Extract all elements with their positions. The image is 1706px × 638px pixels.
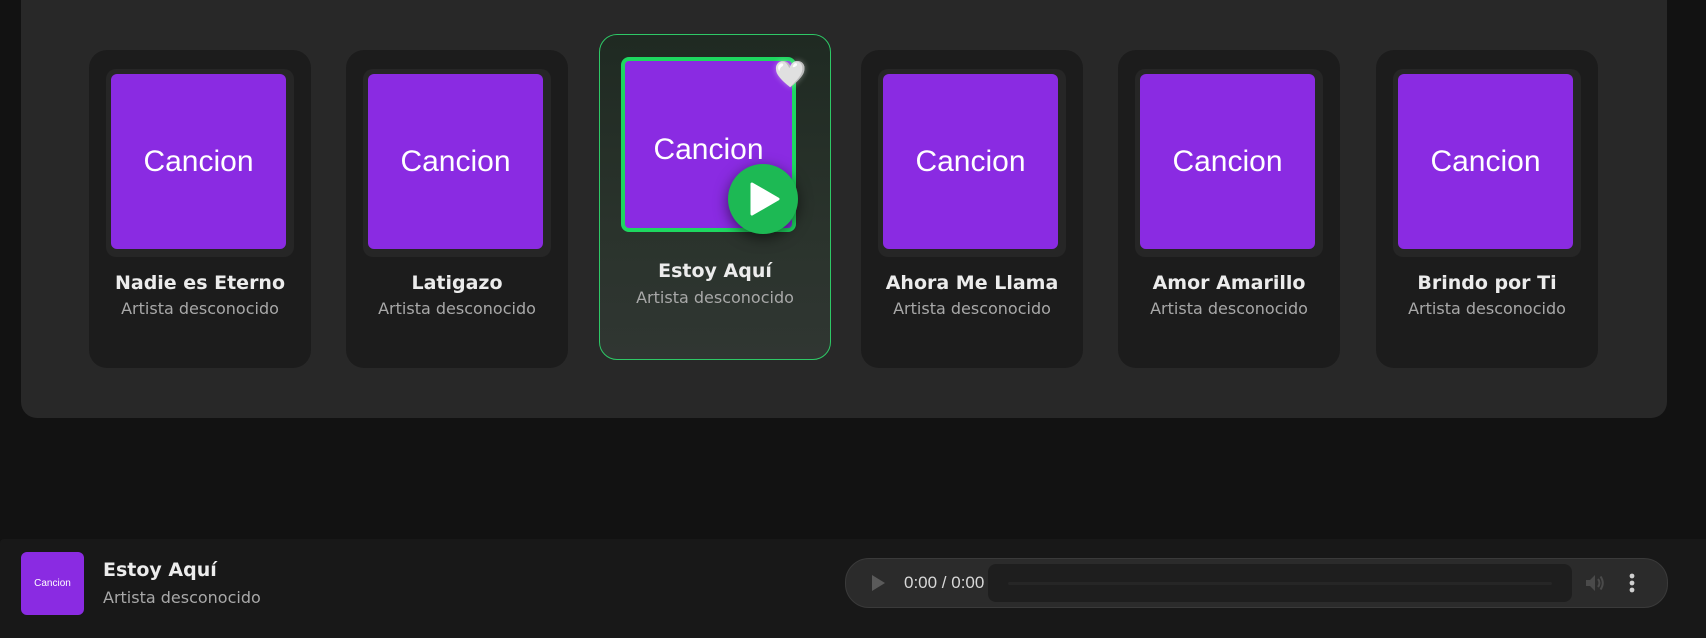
audio-player: 0:00 / 0:00 bbox=[845, 558, 1668, 608]
now-playing-art: Cancion bbox=[21, 552, 84, 615]
song-card[interactable]: Cancion Latigazo Artista desconocido bbox=[346, 50, 568, 368]
album-art-frame: Cancion bbox=[106, 69, 294, 257]
album-art-frame: Cancion bbox=[1393, 69, 1581, 257]
song-title: Ahora Me Llama bbox=[885, 272, 1059, 294]
song-card[interactable]: Cancion Amor Amarillo Artista desconocid… bbox=[1118, 50, 1340, 368]
seek-bar[interactable] bbox=[988, 564, 1572, 602]
song-artist: Artista desconocido bbox=[1150, 299, 1308, 318]
album-art-frame: Cancion bbox=[878, 69, 1066, 257]
song-artist: Artista desconocido bbox=[1408, 299, 1566, 318]
song-artist: Artista desconocido bbox=[121, 299, 279, 318]
now-playing-title: Estoy Aquí bbox=[103, 559, 217, 581]
volume-icon[interactable] bbox=[1584, 573, 1606, 593]
album-art: Cancion bbox=[1398, 74, 1573, 249]
play-button[interactable] bbox=[728, 164, 798, 234]
song-card-active[interactable]: Cancion 🤍 Estoy Aquí Artista desconocido bbox=[599, 34, 831, 360]
album-art: Cancion bbox=[111, 74, 286, 249]
album-art-frame: Cancion bbox=[1135, 69, 1323, 257]
song-artist: Artista desconocido bbox=[636, 288, 794, 307]
songs-panel: Cancion Nadie es Eterno Artista desconoc… bbox=[21, 0, 1667, 418]
album-art: Cancion bbox=[1140, 74, 1315, 249]
heart-icon[interactable]: 🤍 bbox=[774, 60, 806, 90]
song-artist: Artista desconocido bbox=[378, 299, 536, 318]
album-art: Cancion bbox=[883, 74, 1058, 249]
song-title: Estoy Aquí bbox=[658, 260, 772, 282]
album-art: Cancion bbox=[368, 74, 543, 249]
play-icon bbox=[750, 182, 780, 216]
playback-time: 0:00 / 0:00 bbox=[904, 573, 985, 592]
song-card[interactable]: Cancion Ahora Me Llama Artista desconoci… bbox=[861, 50, 1083, 368]
song-title: Brindo por Ti bbox=[1417, 272, 1557, 294]
song-card[interactable]: Cancion Brindo por Ti Artista desconocid… bbox=[1376, 50, 1598, 368]
now-playing-artist: Artista desconocido bbox=[103, 588, 261, 607]
now-playing-bar: Cancion Estoy Aquí Artista desconocido 0… bbox=[0, 539, 1706, 638]
song-title: Nadie es Eterno bbox=[114, 272, 286, 294]
song-artist: Artista desconocido bbox=[893, 299, 1051, 318]
album-art-frame: Cancion bbox=[363, 69, 551, 257]
more-vertical-icon[interactable] bbox=[1629, 573, 1635, 593]
song-card[interactable]: Cancion Nadie es Eterno Artista desconoc… bbox=[89, 50, 311, 368]
song-title: Latigazo bbox=[411, 272, 503, 294]
play-icon[interactable] bbox=[870, 574, 886, 592]
song-title: Amor Amarillo bbox=[1152, 272, 1306, 294]
